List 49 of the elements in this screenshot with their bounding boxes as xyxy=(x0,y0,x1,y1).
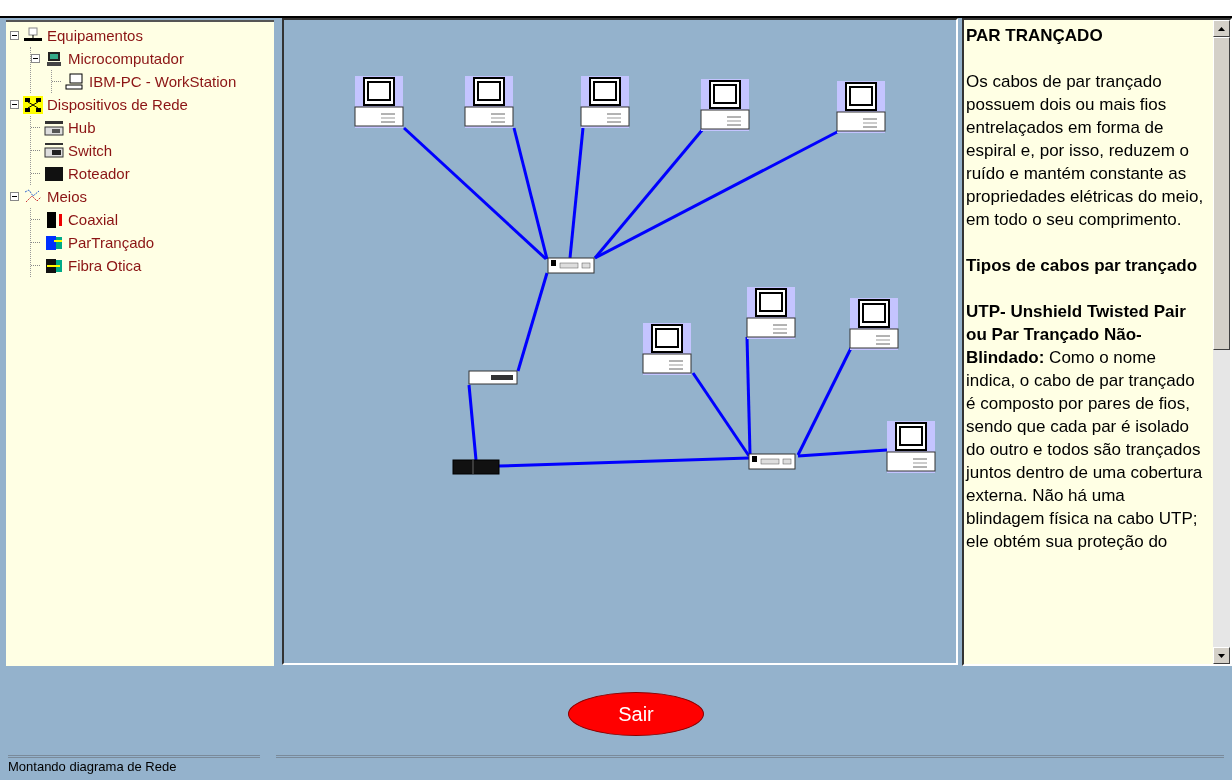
computer-icon xyxy=(849,298,899,350)
computer-icon xyxy=(464,76,514,128)
tree-item[interactable]: ParTrançado xyxy=(68,235,155,250)
router-icon xyxy=(44,164,64,183)
hub-icon xyxy=(44,118,64,137)
scroll-down-button[interactable] xyxy=(1213,647,1230,664)
switch-icon xyxy=(468,370,518,385)
section-heading: Tipos de cabos par trançado xyxy=(966,255,1199,277)
info-paragraph: Os cabos de par trançado possuem dois ou mais fios entrelaçados em forma de espiral e, por isso, reduzem o ruído e mantém constante as propriedades elétricas do meio, em todo o seu comprimento. xyxy=(966,71,1205,231)
router-icon xyxy=(452,459,500,475)
hub-icon xyxy=(748,453,796,470)
info-paragraph: UTP- Unshield Twisted Pair ou Par Trançado Não-Blindado: Como o nome indica, o cabo de par trançado é composto por pares de fios, sendo que cada par é isolado do outro e todos são trançados juntos dentro de uma cobertura externa. Não há uma blindagem física na cabo UTP; ele obtém sua proteção do xyxy=(966,301,1204,553)
tree-item[interactable]: Roteador xyxy=(68,166,130,181)
computer-icon xyxy=(886,421,936,473)
tree-item[interactable]: Meios xyxy=(47,189,87,204)
exit-button[interactable]: Sair xyxy=(568,691,704,736)
computer-icon xyxy=(836,81,886,133)
computer-icon xyxy=(746,287,796,339)
computer-icon xyxy=(580,76,630,128)
up-arrow-icon xyxy=(1218,26,1225,31)
down-arrow-icon xyxy=(1218,653,1225,658)
computer-icon xyxy=(642,323,692,375)
scrollbar[interactable] xyxy=(1213,20,1230,664)
tree-item[interactable]: Coaxial xyxy=(68,212,119,227)
tree-item[interactable]: Dispositivos de Rede xyxy=(47,97,188,112)
tree-item[interactable]: Microcomputador xyxy=(68,51,184,66)
network-devices-icon xyxy=(23,95,43,114)
status-text: Montando diagrama de Rede xyxy=(7,758,178,776)
collapse-toggle[interactable] xyxy=(10,192,19,201)
tree-item[interactable]: Switch xyxy=(68,143,113,158)
tree-item[interactable]: Fibra Otica xyxy=(68,258,142,273)
switch-icon xyxy=(44,141,64,160)
collapse-toggle[interactable] xyxy=(31,54,40,63)
hub-icon xyxy=(547,257,595,274)
collapse-toggle[interactable] xyxy=(10,31,19,40)
computer-icon xyxy=(44,49,64,68)
twisted-pair-cable-icon xyxy=(44,233,64,252)
section-heading: PAR TRANÇADO xyxy=(966,25,1104,47)
computer-icon xyxy=(700,79,750,131)
tree-item[interactable]: Hub xyxy=(68,120,96,135)
computer-icon xyxy=(354,76,404,128)
tree-item[interactable]: Equipamentos xyxy=(47,28,143,43)
computer-icon xyxy=(65,72,85,91)
scroll-up-button[interactable] xyxy=(1213,20,1230,37)
tree-item[interactable]: IBM-PC - WorkStation xyxy=(89,74,237,89)
coaxial-cable-icon xyxy=(44,210,64,229)
fiber-optic-cable-icon xyxy=(44,256,64,275)
scroll-thumb[interactable] xyxy=(1213,37,1230,350)
collapse-toggle[interactable] xyxy=(10,100,19,109)
